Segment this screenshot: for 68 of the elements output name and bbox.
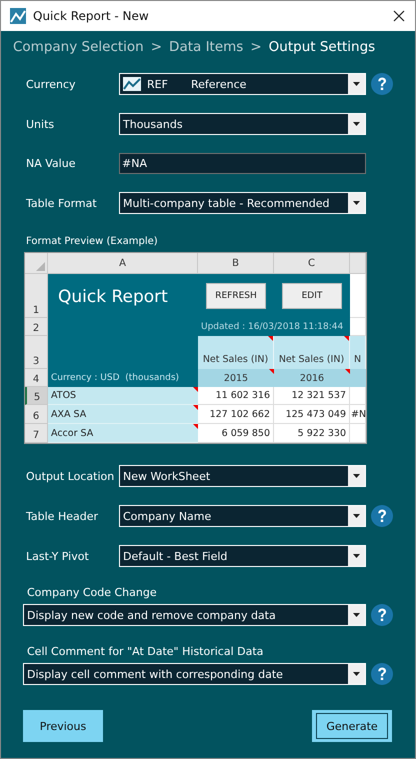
help-icon[interactable] (371, 604, 393, 626)
dropdown[interactable]: Company Name (119, 505, 366, 527)
value-cell: #N (350, 405, 366, 424)
currency-code: REF (147, 78, 169, 90)
breadcrumb-step[interactable]: Output Settings (268, 39, 376, 55)
sheet-cell (350, 369, 366, 387)
row-number: 1 (25, 274, 48, 318)
value-cell: 5 922 330 (274, 424, 350, 443)
row-number: 7 (25, 424, 48, 443)
field-label: Units (25, 118, 56, 130)
field-label: Cell Comment for "At Date" Historical Data (26, 645, 264, 658)
column-heading-cell: N (350, 336, 366, 369)
year-cell: 2015 (198, 369, 274, 387)
row-number: 5 (25, 387, 48, 405)
dropdown[interactable]: Multi-company table - Recommended (119, 192, 366, 214)
field-label: Company Code Change (26, 586, 158, 599)
preview-label: Format Preview (Example) (25, 236, 159, 249)
chart-icon (123, 77, 141, 91)
field-label: NA Value (25, 157, 76, 170)
column-header: B (198, 253, 274, 274)
breadcrumb-separator: > (150, 39, 162, 55)
breadcrumb-step[interactable]: Company Selection (13, 39, 144, 55)
app-logo-icon (10, 8, 26, 24)
row-number: 4 (25, 369, 48, 387)
breadcrumb-step[interactable]: Data Items (169, 39, 244, 55)
dialog-button[interactable]: Previous (23, 710, 103, 742)
field-label: Currency (25, 78, 77, 90)
field-label: Table Header (25, 510, 99, 522)
company-cell: ATOS (48, 387, 198, 405)
help-icon[interactable] (371, 73, 393, 95)
column-heading-cell: Net Sales (IN) (198, 336, 274, 369)
column-header: C (274, 253, 350, 274)
dialog-button[interactable]: Generate (312, 710, 392, 742)
field-label: Table Format (25, 196, 98, 210)
row-number: 3 (25, 336, 48, 369)
field-label: Output Location (25, 470, 116, 482)
report-title: Quick Report (48, 274, 198, 369)
company-cell: AXA SA (48, 405, 198, 424)
column-heading-cell: Net Sales (IN) (274, 336, 350, 369)
value-cell: 11 602 316 (198, 387, 274, 405)
help-icon[interactable] (371, 505, 393, 527)
breadcrumb-separator: > (250, 39, 262, 55)
window-title: Quick Report - New (33, 9, 150, 23)
na-value-field[interactable]: #NA (119, 153, 366, 174)
dropdown[interactable]: Thousands (119, 113, 366, 135)
value-cell: 125 473 049 (274, 405, 350, 424)
value-cell: 127 102 662 (198, 405, 274, 424)
help-icon[interactable] (371, 663, 393, 685)
sheet-button[interactable]: REFRESH (206, 283, 266, 309)
value-cell: 12 321 537 (274, 387, 350, 405)
sheet-button[interactable]: EDIT (282, 283, 342, 309)
field-label: Last-Y Pivot (25, 550, 90, 562)
dropdown[interactable]: Display cell comment with corresponding date (23, 663, 366, 685)
close-icon[interactable] (393, 10, 405, 22)
corner-triangle-icon (36, 262, 45, 271)
dropdown[interactable]: Default - Best Field (119, 545, 366, 567)
value-cell: 6 059 850 (198, 424, 274, 443)
dropdown[interactable]: New WorkSheet (119, 465, 366, 487)
dropdown[interactable]: REF Reference (119, 73, 366, 95)
company-cell: Accor SA (48, 424, 198, 443)
row-number: 2 (25, 318, 48, 336)
row-number: 6 (25, 405, 48, 424)
column-header (350, 253, 366, 274)
updated-timestamp: Updated : 16/03/2018 11:18:44 (198, 318, 350, 336)
year-cell: 2016 (274, 369, 350, 387)
dropdown[interactable]: Display new code and remove company data (23, 604, 366, 626)
column-header: A (48, 253, 198, 274)
currency-note: Currency : USD (thousands) (48, 369, 198, 387)
